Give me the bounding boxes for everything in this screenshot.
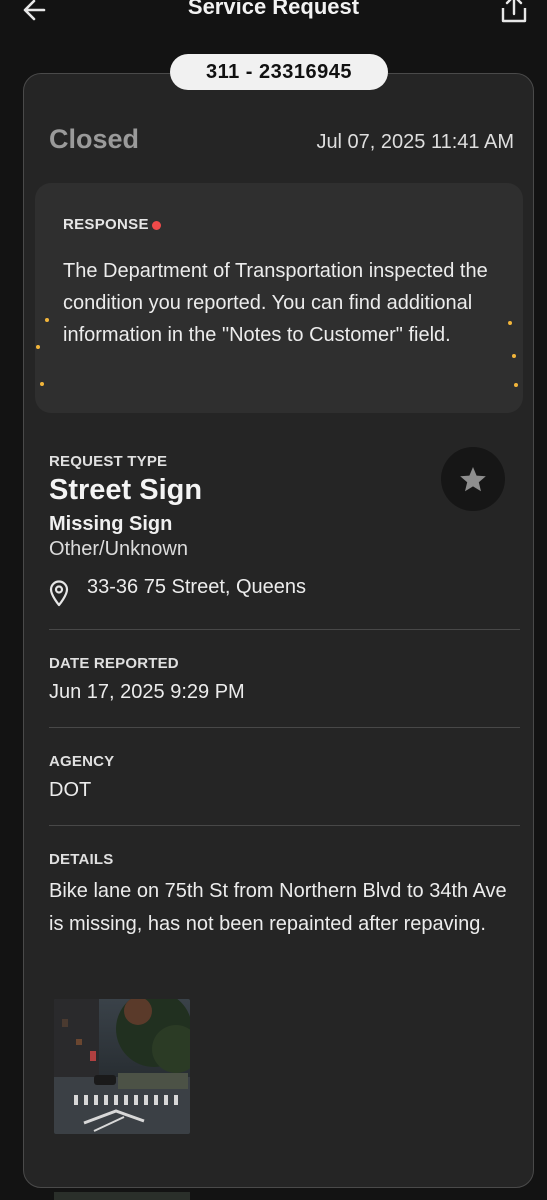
request-descriptor: Other/Unknown [49,538,188,560]
sparkle-dot-icon [508,321,512,325]
response-text: The Department of Transportation inspect… [63,260,488,346]
star-icon [460,467,486,492]
response-panel: RESPONSE The Department of Transportatio… [35,183,523,413]
request-number-badge: 311 - 23316945 [170,54,388,90]
agency-label: AGENCY [49,753,115,770]
top-app-bar: Service Request [0,0,547,40]
address-text: 33-36 75 Street, Queens [87,576,307,598]
unread-dot-icon [152,221,161,230]
details-text: Bike lane on 75th St from Northern Blvd … [49,880,507,935]
sparkle-dot-icon [40,382,44,386]
divider [49,825,520,826]
street-photo-image [54,999,190,1134]
details-label: DETAILS [49,851,114,868]
date-reported-value: Jun 17, 2025 9:29 PM [49,681,245,703]
sparkle-dot-icon [45,318,49,322]
date-reported-label: DATE REPORTED [49,655,179,672]
request-subtype: Missing Sign [49,513,173,535]
response-label: RESPONSE [63,216,149,233]
request-type-value: Street Sign [49,474,203,506]
sparkle-dot-icon [514,383,518,387]
share-icon[interactable] [499,0,529,28]
favorite-button[interactable] [441,447,505,511]
agency-value: DOT [49,779,92,801]
page-title: Service Request [187,0,360,19]
divider [49,727,520,728]
photo-thumbnail-partial [54,1192,190,1200]
status-date: Jul 07, 2025 11:41 AM [316,131,514,153]
divider [49,629,520,630]
location-pin-icon [49,580,69,607]
request-type-label: REQUEST TYPE [49,453,168,470]
sparkle-dot-icon [512,354,516,358]
sparkle-dot-icon [36,345,40,349]
status-text: Closed [49,124,140,154]
attached-photo-thumbnail[interactable] [54,999,190,1134]
